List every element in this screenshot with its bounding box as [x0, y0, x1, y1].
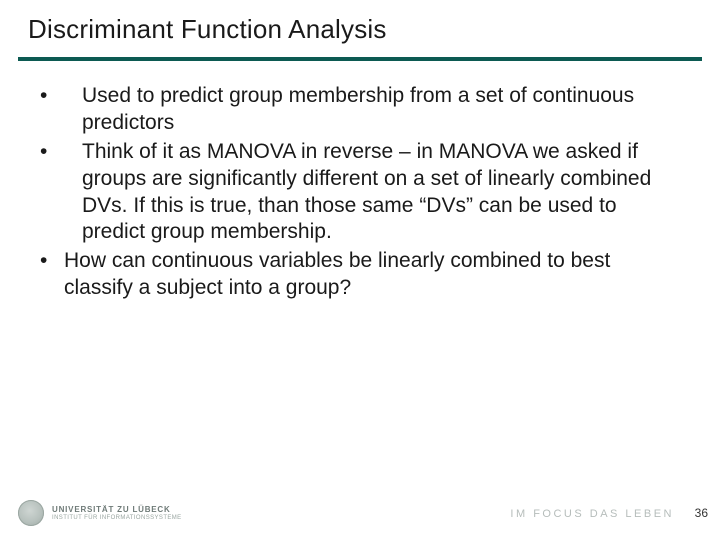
institute-name: INSTITUT FÜR INFORMATIONSSYSTEME — [52, 515, 182, 521]
bullet-icon: • — [38, 248, 64, 275]
list-item: • How can continuous variables be linear… — [38, 248, 682, 302]
bullet-text: How can continuous variables be linearly… — [64, 248, 682, 302]
seal-icon — [18, 500, 44, 526]
footer: UNIVERSITÄT ZU LÜBECK INSTITUT FÜR INFOR… — [0, 496, 720, 526]
title-wrap: Discriminant Function Analysis — [0, 0, 720, 51]
university-text: UNIVERSITÄT ZU LÜBECK INSTITUT FÜR INFOR… — [52, 506, 182, 521]
bullet-text: Used to predict group membership from a … — [82, 83, 682, 137]
bullet-list: • Used to predict group membership from … — [38, 83, 682, 302]
list-item: • Used to predict group membership from … — [38, 83, 682, 137]
bullet-icon: • — [38, 139, 82, 166]
list-item: • Think of it as MANOVA in reverse – in … — [38, 139, 682, 247]
footer-tagline: IM FOCUS DAS LEBEN — [510, 508, 674, 520]
slide: Discriminant Function Analysis • Used to… — [0, 0, 720, 540]
bullet-text: Think of it as MANOVA in reverse – in MA… — [82, 139, 682, 247]
university-name: UNIVERSITÄT ZU LÜBECK — [52, 506, 182, 514]
bullet-icon: • — [38, 83, 82, 110]
page-title: Discriminant Function Analysis — [28, 14, 692, 45]
page-number: 36 — [695, 506, 708, 520]
university-logo: UNIVERSITÄT ZU LÜBECK INSTITUT FÜR INFOR… — [18, 500, 182, 526]
content-area: • Used to predict group membership from … — [0, 61, 720, 302]
